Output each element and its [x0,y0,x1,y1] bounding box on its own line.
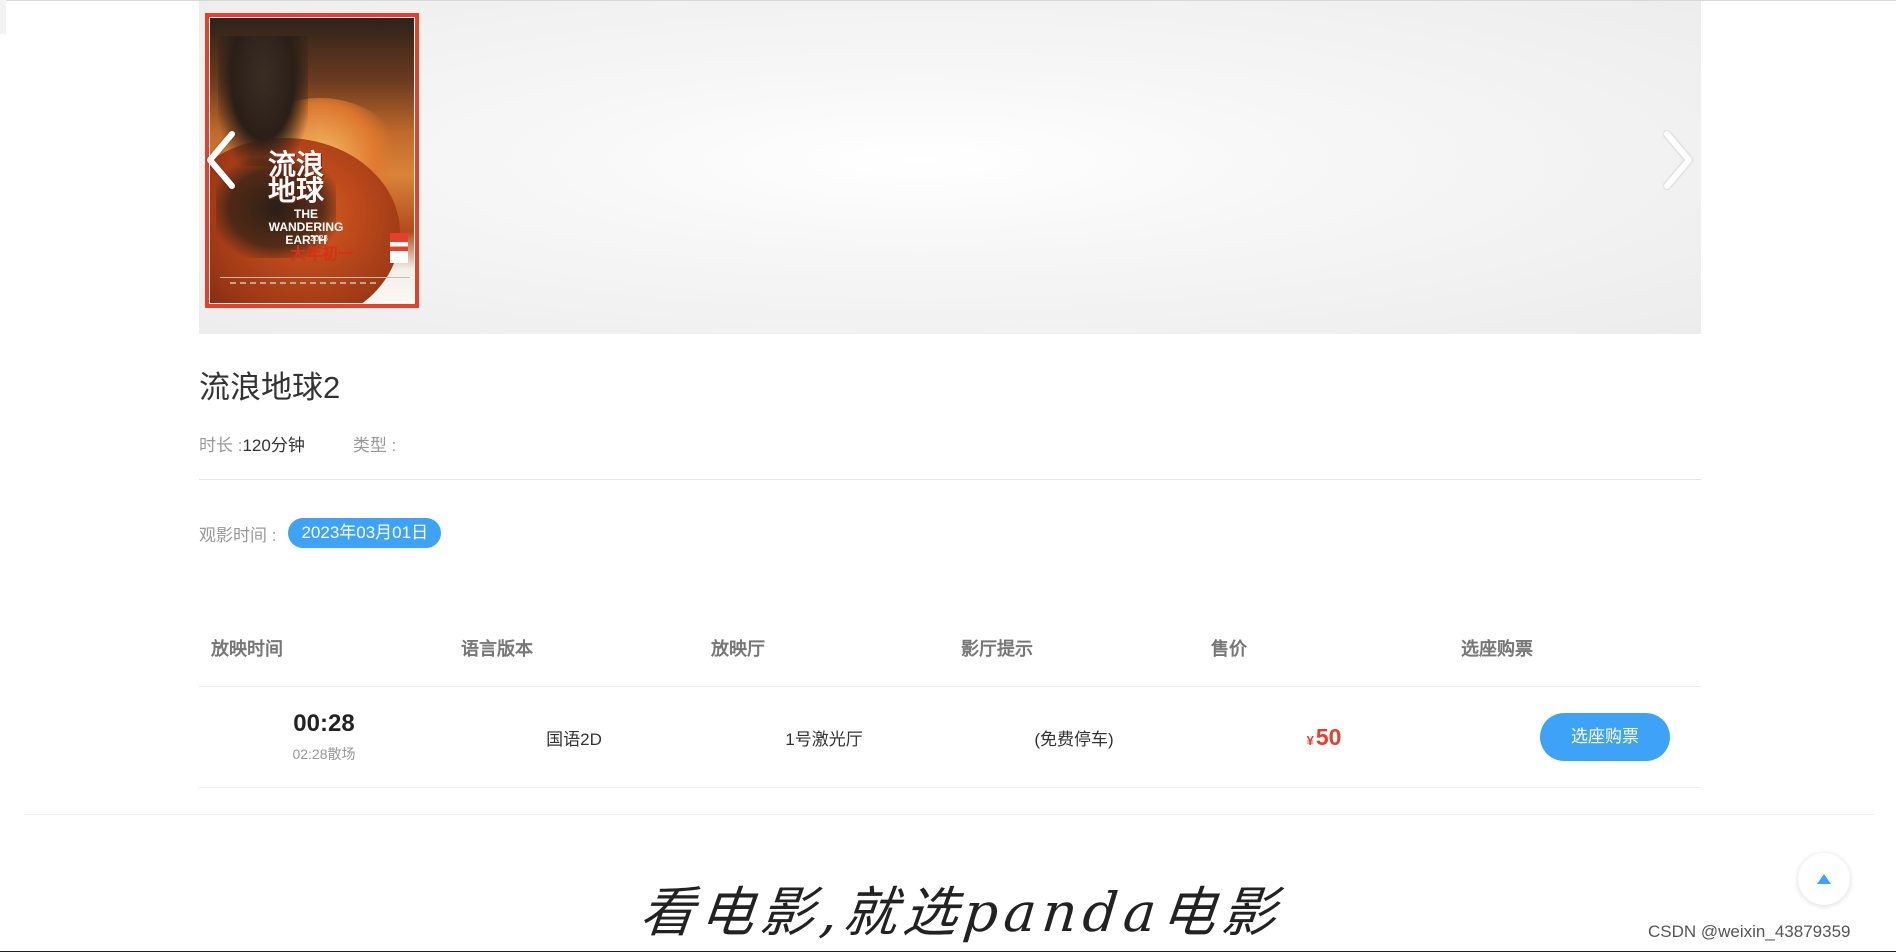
poster-tag: 大年初一 [290,244,355,263]
header-buy: 选座购票 [1461,639,1533,659]
currency-symbol: ¥ [1306,732,1314,748]
csdn-watermark: CSDN @weixin_43879359 [1648,922,1851,941]
poster-badge [390,233,408,263]
chevron-right-icon [1664,131,1692,189]
price-value: ¥50 [1307,724,1342,750]
chevron-left-icon [207,131,235,189]
movie-poster-image: 流浪地球 THE WANDERING EARTH 2023 大年初一 [210,18,414,303]
table-row: 00:28 02:28散场 国语2D 1号激光厅 (免费停车) ¥50 选座购票 [199,686,1701,788]
end-time: 02:28散场 [292,746,356,762]
duration-value: 120分钟 [242,436,305,455]
price-amount: 50 [1315,723,1342,750]
price-cell: ¥50 [1199,724,1449,751]
buy-cell: 选座购票 [1449,713,1701,761]
carousel-next-button[interactable] [1661,130,1695,190]
poster-credits [220,277,410,291]
header-showtime: 放映时间 [211,639,283,659]
footer-divider [24,814,1874,815]
header-tip: 影厅提示 [961,639,1033,659]
carousel-prev-button[interactable] [204,130,238,190]
section-divider [199,479,1701,480]
watch-time-label: 观影时间 : [199,525,277,545]
table-header: 放映时间 语言版本 放映厅 影厅提示 售价 选座购票 [199,610,1701,686]
movie-title: 流浪地球2 [199,370,341,405]
hall-cell: 1号激光厅 [785,729,863,749]
start-time: 00:28 [293,710,355,737]
select-seat-button[interactable]: 选座购票 [1540,713,1670,761]
poster-cn-title: 流浪地球 [268,148,325,207]
header-hall: 放映厅 [711,639,765,659]
header-price: 售价 [1211,639,1247,659]
watch-date-row: 观影时间 : 2023年03月01日 [199,518,442,548]
movie-banner: 流浪地球 THE WANDERING EARTH 2023 大年初一 [199,1,1701,334]
tip-cell: (免费停车) [1034,729,1114,749]
showtime-cell: 00:28 02:28散场 [199,710,449,764]
type-label: 类型 : [352,436,397,455]
caret-up-icon [1817,874,1831,884]
page-corner-mark [0,0,6,34]
footer-slogan: 看电影,就选panda电影 [637,881,1286,944]
showtime-table: 放映时间 语言版本 放映厅 影厅提示 售价 选座购票 00:28 02:28散场… [199,610,1701,788]
movie-meta: 时长 : 120分钟 类型 : [199,431,396,456]
header-language: 语言版本 [461,639,533,659]
language-cell: 国语2D [546,729,602,749]
back-to-top-button[interactable] [1798,853,1850,905]
duration-label: 时长 : [199,436,243,455]
date-pill-button[interactable]: 2023年03月01日 [288,518,442,548]
